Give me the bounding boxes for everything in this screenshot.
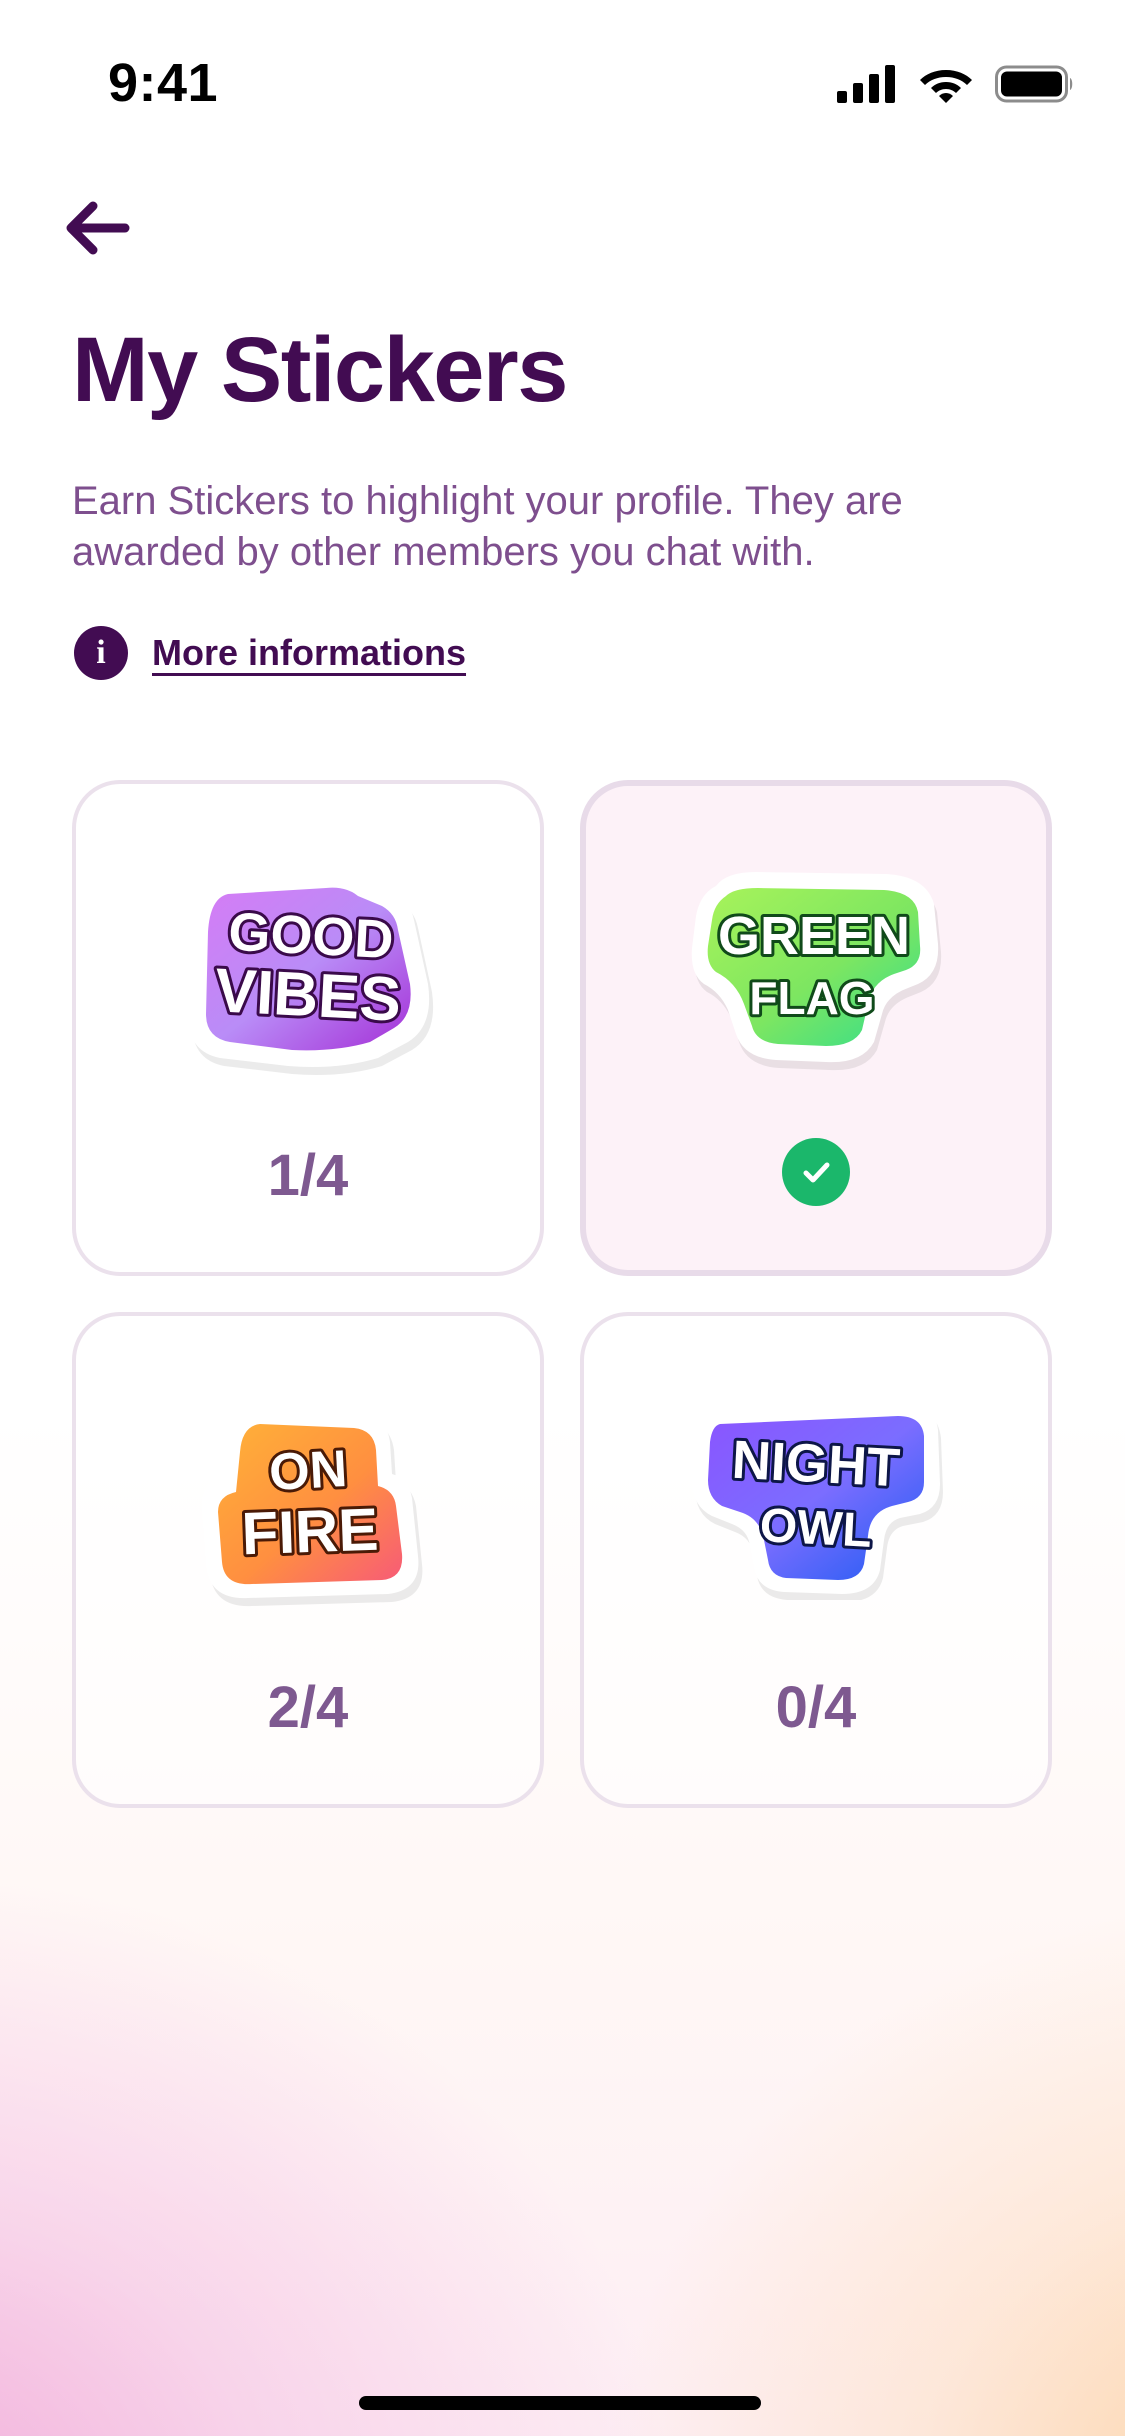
home-indicator[interactable] xyxy=(359,2396,761,2410)
cellular-signal-icon xyxy=(837,65,895,103)
back-button[interactable] xyxy=(58,196,134,260)
sticker-count: 2/4 xyxy=(267,1675,349,1740)
good-vibes-sticker: GOOD VIBES xyxy=(188,871,434,1075)
on-fire-line1: ON xyxy=(268,1440,349,1502)
good-vibes-line2: VIBES xyxy=(213,956,402,1035)
night-owl-line1: NIGHT xyxy=(730,1430,901,1499)
night-owl-sticker: NIGHT OWL xyxy=(692,1399,943,1600)
sticker-card-night-owl[interactable]: NIGHT OWL 0/4 xyxy=(580,1312,1052,1808)
green-flag-line1: GREEN xyxy=(718,906,910,966)
on-fire-line2: FIRE xyxy=(241,1496,380,1568)
more-info-link[interactable]: More informations xyxy=(152,632,466,674)
sticker-card-on-fire[interactable]: ON FIRE 2/4 xyxy=(72,1312,544,1808)
arrow-left-icon xyxy=(66,201,130,255)
battery-icon xyxy=(995,65,1073,103)
sticker-count: 1/4 xyxy=(267,1143,349,1208)
night-owl-line2: OWL xyxy=(759,1499,874,1558)
page-description: Earn Stickers to highlight your profile.… xyxy=(72,479,903,574)
wifi-icon xyxy=(920,70,972,103)
status-icons xyxy=(837,64,1075,104)
green-flag-sticker: GREEN FLAG xyxy=(691,872,942,1071)
status-bar: 9:41 xyxy=(0,0,1125,140)
status-time: 9:41 xyxy=(108,53,219,113)
on-fire-sticker: ON FIRE xyxy=(201,1408,423,1607)
info-icon: i xyxy=(74,626,128,680)
sticker-grid: GOOD VIBES 1/4 GREEN FLAG ON FIRE 2/4 NI… xyxy=(72,780,1052,1808)
more-info-row[interactable]: i More informations xyxy=(74,626,466,680)
sticker-card-green-flag[interactable]: GREEN FLAG xyxy=(580,780,1052,1276)
page-title: My Stickers xyxy=(72,319,568,421)
collected-check-icon xyxy=(782,1138,850,1206)
green-flag-line2: FLAG xyxy=(749,972,874,1024)
sticker-card-good-vibes[interactable]: GOOD VIBES 1/4 xyxy=(72,780,544,1276)
sticker-count: 0/4 xyxy=(775,1675,857,1740)
